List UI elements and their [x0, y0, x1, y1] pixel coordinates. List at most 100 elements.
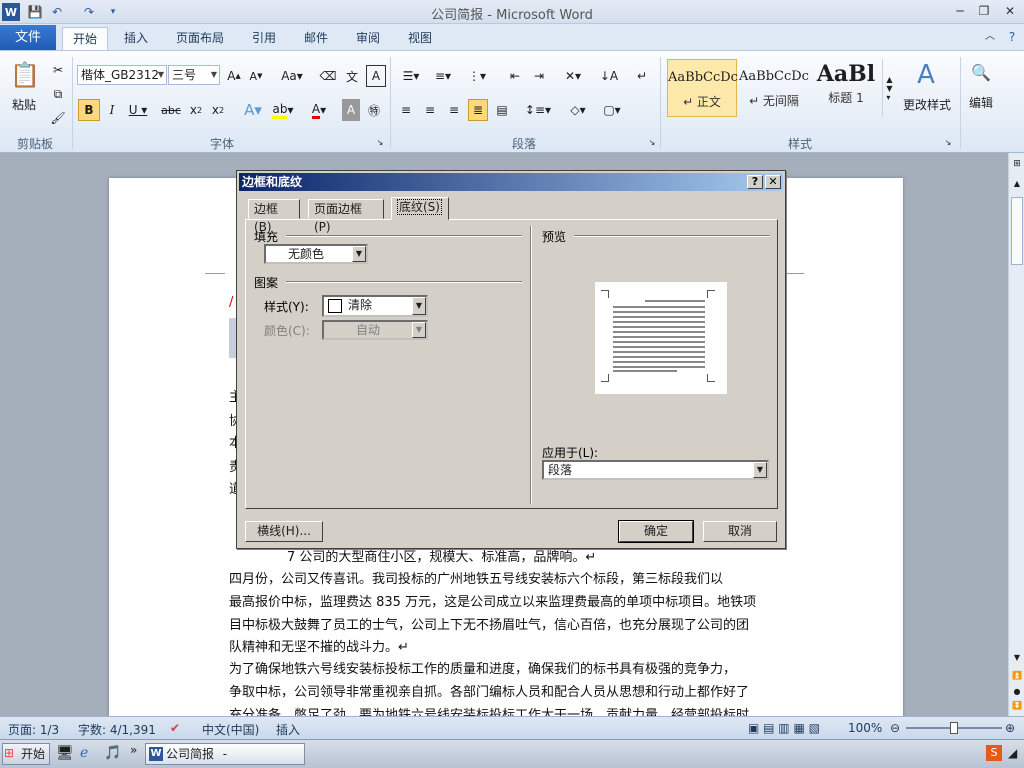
tab-mailings[interactable]: 邮件 [294, 27, 338, 50]
change-styles-button[interactable]: 更改样式 [898, 93, 956, 115]
font-name-combo[interactable]: 楷体_GB2312 ▼ [77, 65, 167, 85]
borders-icon[interactable]: ▢▾ [598, 99, 626, 121]
underline-button[interactable]: U ▾ [124, 99, 152, 121]
tab-insert[interactable]: 插入 [114, 27, 158, 50]
zoom-slider-thumb[interactable] [950, 722, 958, 734]
proofing-icon[interactable]: ✔ [170, 721, 180, 735]
superscript-button[interactable]: x2 [208, 99, 228, 121]
browse-object-icon[interactable]: ● [1011, 687, 1023, 699]
tab-page-layout[interactable]: 页面布局 [166, 27, 234, 50]
change-case-icon[interactable]: Aa▾ [278, 65, 306, 87]
numbering-icon[interactable]: ≡▾ [428, 65, 458, 87]
page-indicator[interactable]: 页面: 1/3 [8, 721, 59, 738]
ie-icon[interactable]: ℯ [80, 745, 88, 761]
align-left-icon[interactable]: ≡ [396, 99, 416, 121]
change-styles-icon[interactable]: A [908, 57, 944, 93]
tab-home[interactable]: 开始 [62, 27, 109, 50]
zoom-level[interactable]: 100% [848, 721, 882, 735]
align-right-icon[interactable]: ≡ [444, 99, 464, 121]
text-effects-icon[interactable]: A▾ [240, 99, 266, 121]
prev-page-icon[interactable]: ⏫ [1011, 671, 1023, 685]
more-icon[interactable]: » [130, 743, 137, 757]
bold-button[interactable]: B [78, 99, 100, 121]
strikethrough-button[interactable]: abc [160, 99, 182, 121]
preview-box[interactable] [595, 282, 727, 394]
subscript-button[interactable]: x2 [186, 99, 206, 121]
taskbar-word-button[interactable]: 公司简报 - Microsof... [145, 743, 305, 768]
tab-review[interactable]: 审阅 [346, 27, 390, 50]
shrink-font-icon[interactable]: A ▼ [246, 65, 266, 87]
maximize-button[interactable]: ❐ [972, 2, 996, 20]
decrease-indent-icon[interactable]: ⇤ [504, 65, 526, 87]
find-icon[interactable]: 🔍 [968, 57, 994, 87]
asian-layout-icon[interactable]: ✕▾ [558, 65, 588, 87]
pattern-color-select[interactable]: 自动 ▼ [322, 320, 428, 340]
highlight-icon[interactable]: ab ▾ [270, 99, 296, 121]
insert-mode[interactable]: 插入 [276, 721, 300, 738]
font-color-icon[interactable]: A ▾ [306, 99, 332, 121]
tab-borders[interactable]: 边框(B) [248, 199, 300, 234]
show-marks-icon[interactable]: ↵ [632, 65, 652, 87]
fill-color-select[interactable]: 无颜色 ▼ [264, 244, 368, 264]
media-icon[interactable]: 🎵 [104, 745, 121, 761]
clear-format-icon[interactable]: ⌫ [318, 65, 338, 87]
cancel-button[interactable]: 取消 [703, 521, 777, 542]
enclose-characters-icon[interactable]: ㊕ [364, 99, 384, 121]
show-desktop-icon[interactable]: 🖥 [56, 745, 74, 761]
editing-button[interactable]: 编辑 [964, 91, 998, 113]
view-buttons-icon[interactable]: ▣ ▤ ▥ ▦ ▧ [748, 721, 820, 735]
vertical-scrollbar[interactable]: ⊞ ▲ ▼ ⏫ ● ⏬ [1008, 153, 1024, 716]
cut-icon[interactable]: ✂ [48, 59, 68, 81]
tab-references[interactable]: 引用 [242, 27, 286, 50]
tab-page-border[interactable]: 页面边框(P) [308, 199, 384, 234]
word-count[interactable]: 字数: 4/1,391 [78, 721, 156, 738]
apply-to-select[interactable]: 段落 ▼ [542, 460, 769, 480]
style-no-spacing[interactable]: AaBbCcDc ↵ 无间隔 [739, 59, 809, 117]
character-border-icon[interactable]: A [366, 65, 386, 87]
style-normal[interactable]: AaBbCcDc ↵ 正文 [667, 59, 738, 117]
line-spacing-icon[interactable]: ↕≡▾ [524, 99, 552, 121]
phonetic-guide-icon[interactable]: 文 [342, 65, 362, 87]
close-window-button[interactable]: ✕ [998, 2, 1022, 20]
align-center-icon[interactable]: ≡ [420, 99, 440, 121]
font-dialog-launcher-icon[interactable]: ↘ [374, 135, 386, 149]
character-shading-icon[interactable]: A [342, 99, 360, 121]
font-size-combo[interactable]: 三号 ▼ [168, 65, 220, 85]
italic-button[interactable]: I [102, 99, 122, 121]
scroll-thumb[interactable] [1011, 197, 1023, 265]
tray-app-icon[interactable]: S [986, 745, 1002, 761]
dialog-help-button[interactable]: ? [747, 175, 763, 189]
zoom-in-icon[interactable]: ⊕ [1005, 721, 1015, 735]
style-heading-1[interactable]: AaBl 标题 1 [811, 59, 881, 117]
tray-network-icon[interactable]: ◢ [1008, 746, 1017, 760]
tab-shading[interactable]: 底纹(S) [391, 197, 449, 220]
copy-icon[interactable]: ⧉ [48, 83, 68, 105]
help-icon[interactable]: ? [1000, 28, 1024, 46]
paste-icon[interactable]: 📋 [8, 57, 42, 93]
dialog-close-button[interactable]: ✕ [765, 175, 781, 189]
bullets-icon[interactable]: ☰▾ [396, 65, 426, 87]
pattern-style-select[interactable]: 清除 ▼ [322, 295, 428, 317]
minimize-button[interactable]: ─ [948, 2, 972, 20]
next-page-icon[interactable]: ⏬ [1011, 701, 1023, 715]
distributed-icon[interactable]: ▤ [492, 99, 512, 121]
shading-icon[interactable]: ◇▾ [564, 99, 592, 121]
collapse-ribbon-icon[interactable]: ︿ [978, 28, 1002, 46]
styles-scroll-icon[interactable]: ▲ ▼ ▾ [882, 59, 896, 117]
paragraph-dialog-launcher-icon[interactable]: ↘ [646, 135, 658, 149]
paste-button[interactable]: 粘贴 [6, 93, 42, 115]
scroll-down-icon[interactable]: ▼ [1011, 653, 1023, 667]
horizontal-line-button[interactable]: 横线(H)... [245, 521, 323, 542]
grow-font-icon[interactable]: A ▲ [224, 65, 244, 87]
multilevel-list-icon[interactable]: ⋮▾ [462, 65, 492, 87]
scroll-up-icon[interactable]: ▲ [1011, 179, 1023, 193]
language-indicator[interactable]: 中文(中国) [202, 721, 259, 738]
tab-view[interactable]: 视图 [398, 27, 442, 50]
sort-icon[interactable]: ↓A [598, 65, 620, 87]
increase-indent-icon[interactable]: ⇥ [528, 65, 550, 87]
zoom-out-icon[interactable]: ⊖ [890, 721, 900, 735]
styles-dialog-launcher-icon[interactable]: ↘ [942, 135, 954, 149]
ruler-toggle-icon[interactable]: ⊞ [1011, 159, 1023, 173]
format-painter-icon[interactable]: 🖌 [48, 107, 68, 129]
ok-button[interactable]: 确定 [618, 520, 694, 543]
